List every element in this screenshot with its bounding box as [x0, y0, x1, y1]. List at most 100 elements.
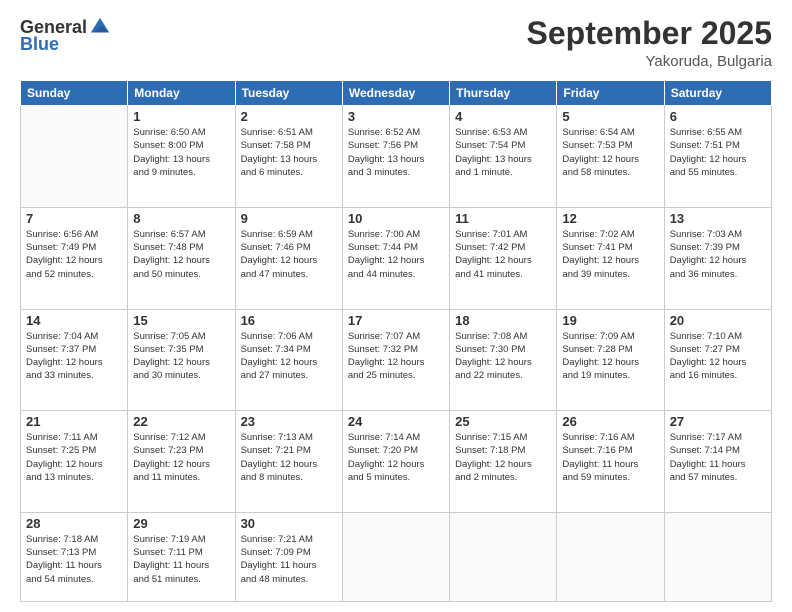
day-cell: 3 Sunrise: 6:52 AM Sunset: 7:56 PM Daylig…: [342, 106, 449, 208]
day-cell: [342, 512, 449, 601]
day-info: Sunrise: 7:12 AM Sunset: 7:23 PM Dayligh…: [133, 431, 229, 484]
day-info: Sunrise: 7:16 AM Sunset: 7:16 PM Dayligh…: [562, 431, 658, 484]
header-monday: Monday: [128, 81, 235, 106]
day-number: 18: [455, 313, 551, 328]
day-cell: 23 Sunrise: 7:13 AM Sunset: 7:21 PM Dayli…: [235, 411, 342, 513]
header-tuesday: Tuesday: [235, 81, 342, 106]
day-number: 3: [348, 109, 444, 124]
day-number: 30: [241, 516, 337, 531]
logo-blue: Blue: [20, 34, 59, 55]
day-info: Sunrise: 7:17 AM Sunset: 7:14 PM Dayligh…: [670, 431, 766, 484]
day-info: Sunrise: 7:10 AM Sunset: 7:27 PM Dayligh…: [670, 330, 766, 383]
day-info: Sunrise: 7:03 AM Sunset: 7:39 PM Dayligh…: [670, 228, 766, 281]
week-row-2: 7 Sunrise: 6:56 AM Sunset: 7:49 PM Daylig…: [21, 207, 772, 309]
day-info: Sunrise: 7:21 AM Sunset: 7:09 PM Dayligh…: [241, 533, 337, 586]
weekday-header-row: Sunday Monday Tuesday Wednesday Thursday…: [21, 81, 772, 106]
day-cell: 28 Sunrise: 7:18 AM Sunset: 7:13 PM Dayli…: [21, 512, 128, 601]
month-title: September 2025: [527, 16, 772, 51]
day-cell: 1 Sunrise: 6:50 AM Sunset: 8:00 PM Daylig…: [128, 106, 235, 208]
day-info: Sunrise: 7:11 AM Sunset: 7:25 PM Dayligh…: [26, 431, 122, 484]
day-number: 11: [455, 211, 551, 226]
day-cell: 29 Sunrise: 7:19 AM Sunset: 7:11 PM Dayli…: [128, 512, 235, 601]
day-cell: 20 Sunrise: 7:10 AM Sunset: 7:27 PM Dayli…: [664, 309, 771, 411]
day-number: 17: [348, 313, 444, 328]
day-number: 12: [562, 211, 658, 226]
day-info: Sunrise: 6:57 AM Sunset: 7:48 PM Dayligh…: [133, 228, 229, 281]
day-cell: 18 Sunrise: 7:08 AM Sunset: 7:30 PM Dayli…: [450, 309, 557, 411]
day-info: Sunrise: 7:05 AM Sunset: 7:35 PM Dayligh…: [133, 330, 229, 383]
day-number: 10: [348, 211, 444, 226]
day-number: 27: [670, 414, 766, 429]
day-info: Sunrise: 6:50 AM Sunset: 8:00 PM Dayligh…: [133, 126, 229, 179]
day-info: Sunrise: 7:07 AM Sunset: 7:32 PM Dayligh…: [348, 330, 444, 383]
day-info: Sunrise: 6:52 AM Sunset: 7:56 PM Dayligh…: [348, 126, 444, 179]
day-number: 24: [348, 414, 444, 429]
logo-icon: [89, 16, 111, 38]
day-number: 22: [133, 414, 229, 429]
header-friday: Friday: [557, 81, 664, 106]
day-number: 20: [670, 313, 766, 328]
header-thursday: Thursday: [450, 81, 557, 106]
day-cell: 24 Sunrise: 7:14 AM Sunset: 7:20 PM Dayli…: [342, 411, 449, 513]
location-subtitle: Yakoruda, Bulgaria: [527, 53, 772, 70]
day-info: Sunrise: 7:09 AM Sunset: 7:28 PM Dayligh…: [562, 330, 658, 383]
day-cell: 27 Sunrise: 7:17 AM Sunset: 7:14 PM Dayli…: [664, 411, 771, 513]
title-block: September 2025 Yakoruda, Bulgaria: [527, 16, 772, 70]
header: General Blue September 2025 Yakoruda, Bu…: [20, 16, 772, 70]
day-number: 14: [26, 313, 122, 328]
day-number: 16: [241, 313, 337, 328]
day-number: 1: [133, 109, 229, 124]
day-number: 23: [241, 414, 337, 429]
header-wednesday: Wednesday: [342, 81, 449, 106]
day-number: 15: [133, 313, 229, 328]
day-number: 9: [241, 211, 337, 226]
day-number: 21: [26, 414, 122, 429]
day-info: Sunrise: 7:04 AM Sunset: 7:37 PM Dayligh…: [26, 330, 122, 383]
day-info: Sunrise: 7:19 AM Sunset: 7:11 PM Dayligh…: [133, 533, 229, 586]
day-cell: 15 Sunrise: 7:05 AM Sunset: 7:35 PM Dayli…: [128, 309, 235, 411]
day-cell: 13 Sunrise: 7:03 AM Sunset: 7:39 PM Dayli…: [664, 207, 771, 309]
day-info: Sunrise: 7:00 AM Sunset: 7:44 PM Dayligh…: [348, 228, 444, 281]
day-number: 7: [26, 211, 122, 226]
day-cell: 30 Sunrise: 7:21 AM Sunset: 7:09 PM Dayli…: [235, 512, 342, 601]
day-info: Sunrise: 7:02 AM Sunset: 7:41 PM Dayligh…: [562, 228, 658, 281]
day-number: 29: [133, 516, 229, 531]
day-cell: 6 Sunrise: 6:55 AM Sunset: 7:51 PM Daylig…: [664, 106, 771, 208]
day-number: 5: [562, 109, 658, 124]
day-number: 6: [670, 109, 766, 124]
day-info: Sunrise: 6:59 AM Sunset: 7:46 PM Dayligh…: [241, 228, 337, 281]
day-cell: 16Sunrise: 7:06 AM Sunset: 7:34 PM Dayli…: [235, 309, 342, 411]
week-row-4: 21 Sunrise: 7:11 AM Sunset: 7:25 PM Dayli…: [21, 411, 772, 513]
day-cell: 12 Sunrise: 7:02 AM Sunset: 7:41 PM Dayli…: [557, 207, 664, 309]
day-number: 13: [670, 211, 766, 226]
day-cell: 7 Sunrise: 6:56 AM Sunset: 7:49 PM Daylig…: [21, 207, 128, 309]
day-number: 26: [562, 414, 658, 429]
day-cell: 22 Sunrise: 7:12 AM Sunset: 7:23 PM Dayli…: [128, 411, 235, 513]
day-info: Sunrise: 7:14 AM Sunset: 7:20 PM Dayligh…: [348, 431, 444, 484]
day-info: Sunrise: 6:51 AM Sunset: 7:58 PM Dayligh…: [241, 126, 337, 179]
day-cell: [450, 512, 557, 601]
week-row-5: 28 Sunrise: 7:18 AM Sunset: 7:13 PM Dayli…: [21, 512, 772, 601]
day-info: Sunrise: 7:08 AM Sunset: 7:30 PM Dayligh…: [455, 330, 551, 383]
day-info: Sunrise: 7:13 AM Sunset: 7:21 PM Dayligh…: [241, 431, 337, 484]
calendar-table: Sunday Monday Tuesday Wednesday Thursday…: [20, 80, 772, 602]
day-number: 19: [562, 313, 658, 328]
day-number: 28: [26, 516, 122, 531]
day-number: 4: [455, 109, 551, 124]
day-cell: 11 Sunrise: 7:01 AM Sunset: 7:42 PM Dayli…: [450, 207, 557, 309]
day-cell: 2 Sunrise: 6:51 AM Sunset: 7:58 PM Daylig…: [235, 106, 342, 208]
day-info: Sunrise: 7:01 AM Sunset: 7:42 PM Dayligh…: [455, 228, 551, 281]
day-info: Sunrise: 7:18 AM Sunset: 7:13 PM Dayligh…: [26, 533, 122, 586]
day-info: Sunrise: 6:54 AM Sunset: 7:53 PM Dayligh…: [562, 126, 658, 179]
day-cell: 8 Sunrise: 6:57 AM Sunset: 7:48 PM Daylig…: [128, 207, 235, 309]
day-number: 2: [241, 109, 337, 124]
header-sunday: Sunday: [21, 81, 128, 106]
header-saturday: Saturday: [664, 81, 771, 106]
day-number: 8: [133, 211, 229, 226]
day-info: Sunrise: 6:55 AM Sunset: 7:51 PM Dayligh…: [670, 126, 766, 179]
day-number: 25: [455, 414, 551, 429]
day-cell: [21, 106, 128, 208]
day-info: Sunrise: 6:56 AM Sunset: 7:49 PM Dayligh…: [26, 228, 122, 281]
day-cell: 4Sunrise: 6:53 AM Sunset: 7:54 PM Daylig…: [450, 106, 557, 208]
day-cell: 10 Sunrise: 7:00 AM Sunset: 7:44 PM Dayli…: [342, 207, 449, 309]
